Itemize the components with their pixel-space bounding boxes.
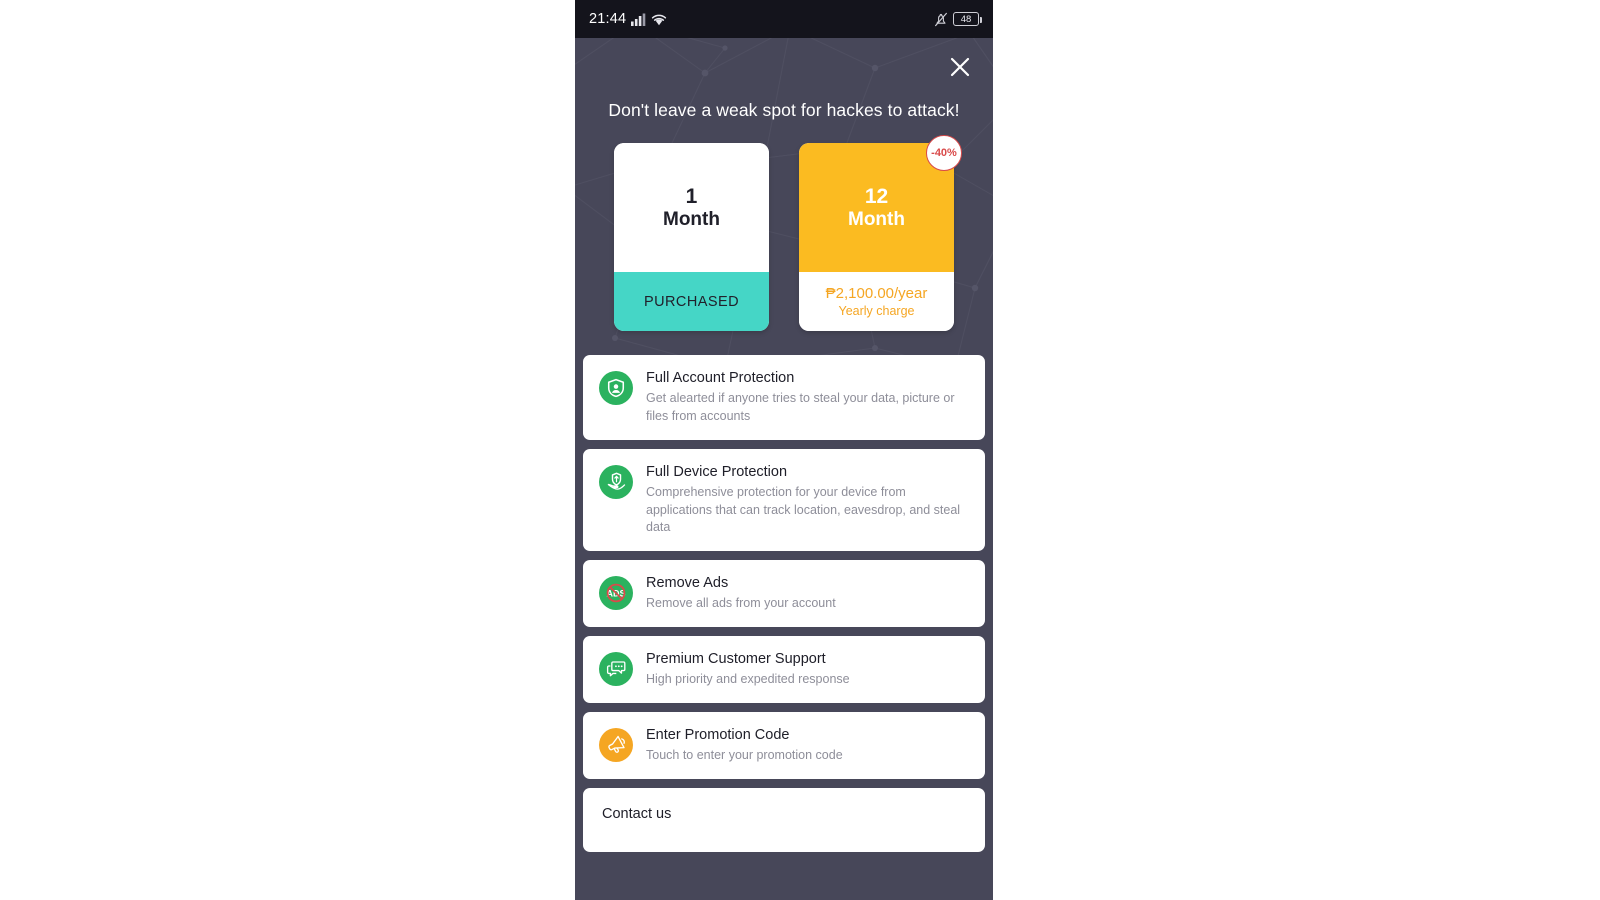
screenshot-stage: 21:44 48 Don't leave a weak spot for hac… (0, 0, 1600, 900)
feature-title: Enter Promotion Code (646, 726, 790, 743)
plan-monthly-header: 1 Month (614, 143, 769, 272)
plan-monthly-number: 1 (685, 185, 698, 209)
contact-us-label: Contact us (602, 805, 672, 822)
feature-item-device-protection[interactable]: Full Device Protection Comprehensive pro… (583, 448, 985, 551)
plan-monthly-unit: Month (663, 208, 720, 230)
feature-item-customer-support[interactable]: Premium Customer Support High priority a… (583, 635, 985, 703)
feature-description: High priority and expedited response (646, 672, 850, 686)
hero-section: Don't leave a weak spot for hackes to at… (575, 38, 993, 355)
discount-badge: -40% (926, 135, 962, 171)
feature-title: Full Account Protection (646, 370, 795, 386)
cellular-signal-icon (631, 13, 646, 26)
feature-description: Comprehensive protection for your device… (646, 484, 961, 535)
feature-title: Remove Ads (646, 575, 729, 591)
plan-card-monthly-inner: 1 Month PURCHASED (614, 143, 769, 331)
plan-monthly-status-badge: PURCHASED (643, 293, 740, 310)
status-bar-clock: 21:44 (589, 11, 627, 27)
shield-account-icon (599, 371, 633, 405)
plan-monthly-footer: PURCHASED (614, 272, 769, 331)
megaphone-icon (599, 727, 633, 762)
hand-shield-icon (599, 464, 633, 499)
plan-card-yearly-inner: 12 Month ₱2,100.00/year Yearly charge (799, 143, 954, 331)
plan-yearly-price-caption: Yearly charge (838, 304, 915, 318)
plan-cards: 1 Month PURCHASED 12 Month ₱2,100.00/yea… (575, 135, 993, 331)
wifi-icon (652, 14, 667, 25)
plan-card-monthly[interactable]: 1 Month PURCHASED (614, 143, 769, 331)
no-ads-icon: ADS (599, 576, 633, 610)
feature-title: Premium Customer Support (646, 650, 826, 667)
feature-device-protection-text: Full Device Protection Comprehensive pro… (646, 463, 969, 537)
close-button[interactable] (943, 50, 977, 84)
contact-us-card[interactable]: Contact us (583, 787, 985, 852)
feature-remove-ads-text: Remove Ads Remove all ads from your acco… (646, 574, 969, 613)
feature-item-promotion-code[interactable]: Enter Promotion Code Touch to enter your… (583, 711, 985, 779)
chat-support-icon (599, 651, 633, 686)
feature-account-protection-text: Full Account Protection Get alearted if … (646, 369, 969, 426)
plan-yearly-price: ₱2,100.00/year (825, 285, 928, 302)
feature-promotion-code-text: Enter Promotion Code Touch to enter your… (646, 726, 969, 765)
status-bar: 21:44 48 (575, 0, 993, 38)
plan-yearly-footer: ₱2,100.00/year Yearly charge (799, 272, 954, 331)
feature-item-remove-ads[interactable]: ADS Remove Ads Remove all ads from your … (583, 560, 985, 627)
feature-description: Get alearted if anyone tries to steal yo… (646, 391, 955, 423)
feature-item-account-protection[interactable]: Full Account Protection Get alearted if … (583, 355, 985, 440)
plan-yearly-number: 12 (864, 185, 889, 209)
feature-list: Full Account Protection Get alearted if … (575, 355, 993, 852)
battery-indicator: 48 (953, 12, 982, 26)
phone-viewport: 21:44 48 Don't leave a weak spot for hac… (575, 0, 993, 900)
status-bar-left: 21:44 (589, 11, 667, 27)
plan-card-yearly[interactable]: 12 Month ₱2,100.00/year Yearly charge -4… (799, 135, 962, 331)
status-bar-right: 48 (934, 12, 982, 27)
silent-mode-icon (935, 12, 947, 26)
feature-title: Full Device Protection (646, 463, 788, 480)
hero-title: Don't leave a weak spot for hackes to at… (608, 100, 960, 120)
feature-description: Touch to enter your promotion code (646, 747, 843, 762)
plan-yearly-unit: Month (848, 208, 905, 230)
feature-description: Remove all ads from your account (646, 596, 836, 611)
feature-customer-support-text: Premium Customer Support High priority a… (646, 650, 969, 689)
close-icon (950, 57, 970, 77)
